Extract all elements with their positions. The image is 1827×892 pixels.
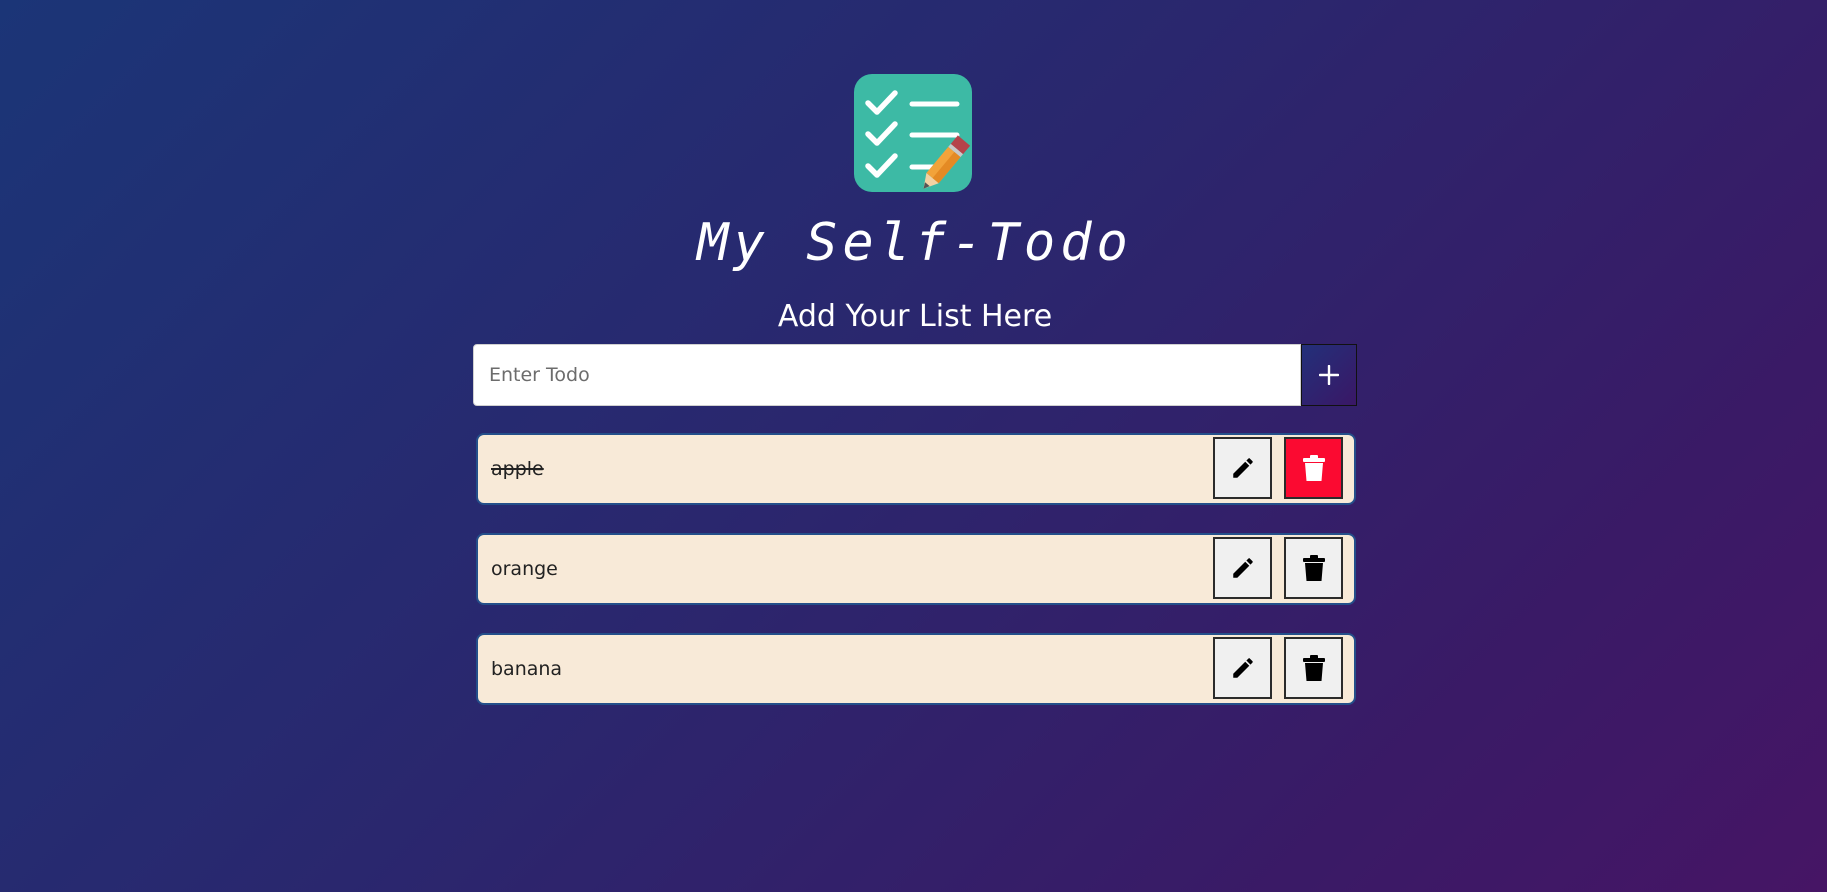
pencil-icon [1232,458,1253,478]
delete-todo-button[interactable] [1284,537,1343,599]
edit-todo-button[interactable] [1213,437,1272,499]
add-todo-button[interactable] [1301,344,1357,406]
add-todo-form [473,344,1357,406]
pencil-icon [1232,658,1253,678]
checklist-pencil-icon [854,74,972,192]
trash-icon [1302,555,1325,581]
edit-todo-button[interactable] [1213,537,1272,599]
trash-icon [1302,455,1325,481]
app-title: My Self-Todo [697,213,1133,273]
delete-todo-button[interactable] [1284,637,1343,699]
todo-item: apple [476,433,1356,505]
trash-icon [1302,655,1325,681]
todo-text[interactable]: apple [491,435,544,503]
todo-item: banana [476,633,1356,705]
pencil-icon [1232,558,1253,578]
delete-todo-button[interactable] [1284,437,1343,499]
todo-input[interactable] [473,344,1301,406]
edit-todo-button[interactable] [1213,637,1272,699]
add-list-heading: Add Your List Here [777,299,1053,334]
plus-icon [1319,365,1339,385]
todo-item: orange [476,533,1356,605]
todo-text[interactable]: banana [491,635,562,703]
todo-text[interactable]: orange [491,535,558,603]
